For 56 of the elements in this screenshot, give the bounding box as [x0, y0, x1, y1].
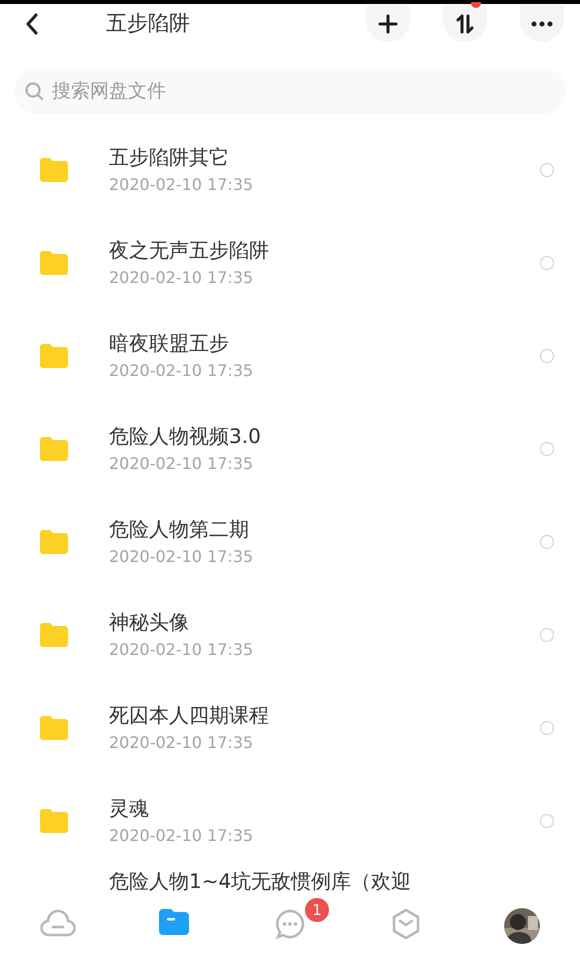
cube-icon[interactable]	[391, 908, 421, 940]
folder-icon	[39, 436, 69, 462]
folder-row[interactable]: 危险人物第二期 2020-02-10 17:35	[0, 495, 580, 588]
folder-row[interactable]: 灵魂 2020-02-10 17:35	[0, 774, 580, 867]
unread-badge: 1	[305, 898, 330, 922]
select-checkbox[interactable]	[540, 628, 554, 642]
folder-row[interactable]: 神秘头像 2020-02-10 17:35	[0, 588, 580, 681]
select-checkbox[interactable]	[540, 814, 554, 828]
modified-date: 2020-02-10 17:35	[109, 452, 254, 474]
folder-row[interactable]: 暗夜联盟五步 2020-02-10 17:35	[0, 309, 580, 402]
modified-date: 2020-02-10 17:35	[109, 732, 254, 754]
more-icon	[531, 21, 553, 27]
select-checkbox[interactable]	[540, 534, 554, 548]
folder-icon	[39, 808, 69, 834]
search-bar[interactable]: 搜索网盘文件	[14, 68, 566, 114]
add-button[interactable]	[366, 6, 410, 42]
modified-date: 2020-02-10 17:35	[109, 266, 254, 288]
more-button[interactable]	[520, 6, 564, 42]
folder-name: 灵魂	[109, 794, 150, 822]
folder-icon	[39, 622, 69, 648]
select-checkbox[interactable]	[540, 256, 554, 270]
folder-row[interactable]: 夜之无声五步陷阱 2020-02-10 17:35	[0, 216, 580, 309]
search-icon	[24, 81, 44, 101]
folder-name: 危险人物1~4坑无敌惯例库（欢迎	[109, 868, 412, 895]
folder-icon[interactable]	[158, 908, 190, 936]
select-checkbox[interactable]	[540, 162, 554, 176]
folder-name: 死囚本人四期课程	[109, 702, 270, 728]
modified-date: 2020-02-10 17:35	[109, 546, 254, 568]
folder-icon	[39, 528, 69, 554]
folder-name: 危险人物视频3.0	[109, 422, 262, 450]
modified-date: 2020-02-10 17:35	[109, 360, 254, 382]
folder-icon	[39, 156, 69, 182]
folder-icon	[39, 342, 69, 368]
select-checkbox[interactable]	[540, 442, 554, 456]
folder-row[interactable]: 死囚本人四期课程 2020-02-10 17:35	[0, 681, 580, 774]
folder-row[interactable]: 危险人物视频3.0 2020-02-10 17:35	[0, 402, 580, 495]
chat-bubble-icon[interactable]	[274, 908, 306, 940]
modified-date: 2020-02-10 17:35	[109, 824, 254, 846]
modified-date: 2020-02-10 17:35	[109, 174, 254, 196]
select-checkbox[interactable]	[540, 348, 554, 362]
sort-arrows-icon	[455, 14, 475, 34]
folder-name: 暗夜联盟五步	[109, 330, 230, 356]
folder-icon	[39, 250, 69, 276]
folder-name: 危险人物第二期	[109, 516, 250, 542]
folder-icon	[39, 714, 69, 740]
folder-name: 神秘头像	[109, 608, 190, 636]
folder-row[interactable]: 五步陷阱其它 2020-02-10 17:35	[0, 123, 580, 216]
select-checkbox[interactable]	[540, 720, 554, 734]
plus-icon	[378, 14, 398, 34]
cloud-icon[interactable]	[40, 908, 76, 938]
page-title: 五步陷阱	[106, 10, 190, 38]
folder-name: 五步陷阱其它	[109, 144, 230, 170]
search-field[interactable]: 搜索网盘文件	[52, 76, 556, 106]
modified-date: 2020-02-10 17:35	[109, 638, 254, 660]
folder-name: 夜之无声五步陷阱	[109, 236, 270, 264]
back-icon[interactable]	[24, 13, 40, 35]
